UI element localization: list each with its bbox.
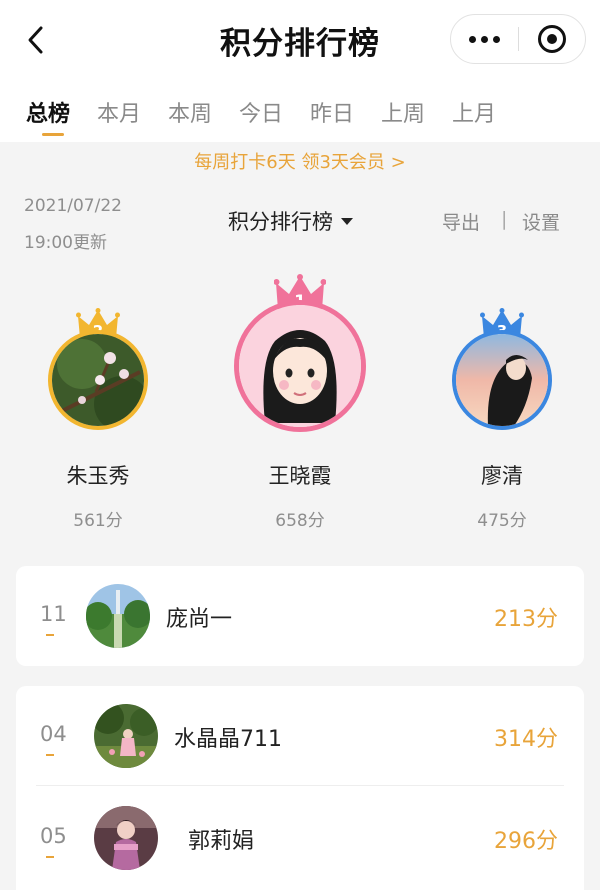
header: 积分排行榜 xyxy=(0,0,600,80)
tab-this-month[interactable]: 本月 xyxy=(97,80,168,142)
user-name: 庞尚一 xyxy=(166,607,233,632)
tab-yesterday[interactable]: 昨日 xyxy=(310,80,381,142)
avatar xyxy=(48,330,148,430)
list-item[interactable]: 04 水晶晶711 314分 xyxy=(16,686,584,786)
ranking-list: 04 水晶晶711 314分 05 郭莉娟 296分 xyxy=(16,686,584,890)
rank-number: 05 xyxy=(40,824,67,848)
rank-number: 11 xyxy=(40,602,67,626)
more-button[interactable] xyxy=(451,15,518,63)
user-name: 郭莉娟 xyxy=(188,829,255,854)
user-score: 296分 xyxy=(494,829,558,854)
action-divider: | xyxy=(501,208,508,230)
target-circle-icon xyxy=(537,25,566,53)
rank-underline xyxy=(46,754,54,756)
rank-underline xyxy=(46,634,54,636)
row-divider xyxy=(36,785,564,786)
podium-score: 561分 xyxy=(73,511,123,531)
avatar xyxy=(86,584,150,648)
podium-name: 王晓霞 xyxy=(268,464,332,488)
promo-link[interactable]: 每周打卡6天 领3天会员 > xyxy=(0,148,600,174)
my-rank-card: 11 庞尚一 213分 xyxy=(16,566,584,666)
ranking-type-dropdown[interactable]: 积分排行榜 xyxy=(228,206,353,236)
rank-underline xyxy=(46,856,54,858)
export-button[interactable]: 导出 xyxy=(442,208,480,235)
tab-last-week[interactable]: 上周 xyxy=(381,80,452,142)
tab-last-month[interactable]: 上月 xyxy=(452,80,523,142)
tab-bar: 总榜 本月 本周 今日 昨日 上周 上月 xyxy=(0,80,600,142)
avatar xyxy=(94,806,158,870)
update-date: 2021/07/22 xyxy=(24,196,122,216)
settings-button[interactable]: 设置 xyxy=(522,208,560,235)
list-item[interactable]: 05 郭莉娟 296分 xyxy=(16,788,584,888)
podium-second[interactable]: 2 朱玉秀 561分 xyxy=(18,300,178,540)
user-score: 314分 xyxy=(494,727,558,752)
my-rank-row[interactable]: 11 庞尚一 213分 xyxy=(16,566,584,666)
update-time: 19:00更新 xyxy=(24,233,107,253)
podium-first[interactable]: 1 王晓霞 658分 xyxy=(220,270,380,540)
podium-score: 475分 xyxy=(477,511,527,531)
avatar xyxy=(234,300,366,432)
mini-program-capsule xyxy=(450,14,586,64)
avatar xyxy=(452,330,552,430)
close-program-button[interactable] xyxy=(519,15,586,63)
caret-down-icon xyxy=(341,217,353,225)
user-score: 213分 xyxy=(494,607,558,632)
tab-today[interactable]: 今日 xyxy=(239,80,310,142)
podium-name: 朱玉秀 xyxy=(66,464,130,488)
tab-this-week[interactable]: 本周 xyxy=(168,80,239,142)
podium-score: 658分 xyxy=(275,511,325,531)
avatar xyxy=(94,704,158,768)
tab-total[interactable]: 总榜 xyxy=(26,80,97,142)
ranking-type-label: 积分排行榜 xyxy=(228,210,333,234)
user-name: 水晶晶711 xyxy=(174,727,282,752)
podium-third[interactable]: 3 廖清 475分 xyxy=(422,300,582,540)
rank-number: 04 xyxy=(40,722,67,746)
more-dots-icon xyxy=(468,35,500,43)
podium-name: 廖清 xyxy=(481,464,523,488)
